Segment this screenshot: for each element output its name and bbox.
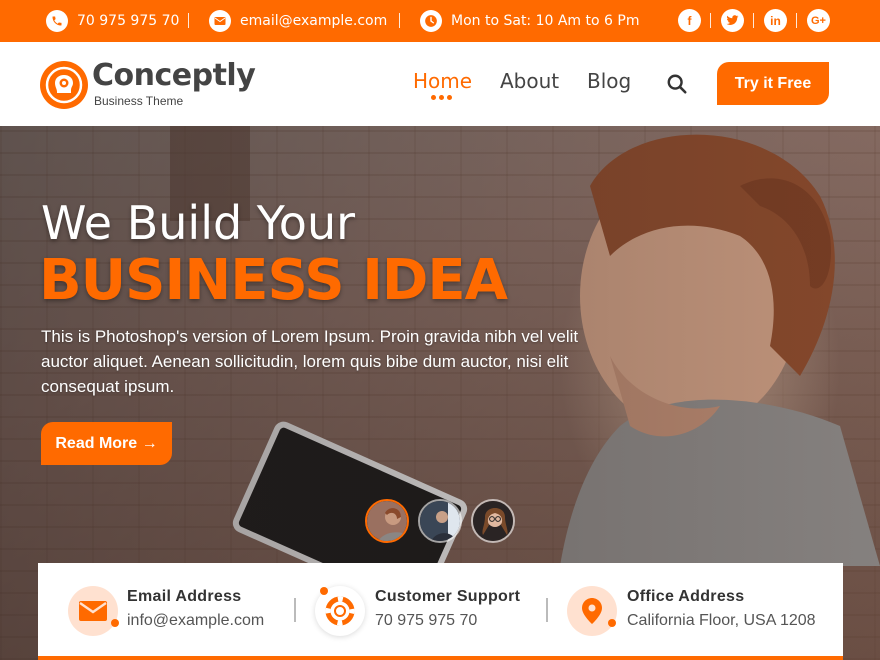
hero-heading: We Build Your: [41, 196, 356, 250]
linkedin-icon[interactable]: in: [764, 9, 787, 32]
envelope-icon: [209, 10, 231, 32]
phone-icon: [46, 10, 68, 32]
info-title-support: Customer Support: [375, 588, 521, 605]
topbar-email[interactable]: email@example.com: [209, 0, 387, 42]
topbar-divider: [796, 13, 797, 28]
info-divider: [546, 598, 548, 622]
brand-tagline: Business Theme: [94, 94, 184, 108]
accent-dot: [608, 619, 616, 627]
clock-icon: [420, 10, 442, 32]
slide-thumbnail-1[interactable]: [365, 499, 409, 543]
info-title-email: Email Address: [127, 588, 242, 605]
hero-highlight: BUSINESS IDEA: [39, 248, 508, 313]
topbar-divider: [710, 13, 711, 28]
search-icon[interactable]: [666, 73, 688, 95]
top-bar: 70 975 975 70 email@example.com Mon to S…: [0, 0, 880, 42]
brand-name[interactable]: Conceptly: [92, 58, 256, 93]
hero-description: This is Photoshop's version of Lorem Ips…: [41, 327, 579, 396]
active-nav-indicator: [431, 95, 452, 100]
topbar-email-text: email@example.com: [240, 13, 388, 29]
info-value-address: California Floor, USA 1208: [627, 612, 816, 629]
topbar-hours-text: Mon to Sat: 10 Am to 6 Pm: [451, 13, 640, 29]
envelope-icon: [68, 586, 118, 636]
nav-home[interactable]: Home: [413, 69, 472, 93]
nav-about[interactable]: About: [500, 69, 559, 93]
facebook-icon[interactable]: f: [678, 9, 701, 32]
topbar-divider: [753, 13, 754, 28]
twitter-icon[interactable]: [721, 9, 744, 32]
topbar-phone-text: 70 975 975 70: [77, 13, 180, 29]
accent-dot: [320, 587, 328, 595]
info-divider: [294, 598, 296, 622]
topbar-hours: Mon to Sat: 10 Am to 6 Pm: [420, 0, 639, 42]
topbar-phone[interactable]: 70 975 975 70: [46, 0, 179, 42]
topbar-divider: [188, 13, 189, 28]
topbar-divider: [399, 13, 400, 28]
map-pin-icon: [567, 586, 617, 636]
info-value-email[interactable]: info@example.com: [127, 612, 264, 630]
read-more-button[interactable]: Read More →: [41, 422, 172, 465]
info-title-address: Office Address: [627, 588, 745, 605]
try-free-button[interactable]: Try it Free: [717, 62, 829, 105]
accent-dot: [111, 619, 119, 627]
nav-blog[interactable]: Blog: [587, 69, 631, 93]
contact-info-bar: Email Address info@example.com Customer …: [38, 563, 843, 660]
slide-thumbnail-2[interactable]: [418, 499, 462, 543]
google-plus-icon[interactable]: G+: [807, 9, 830, 32]
lightbulb-head-icon[interactable]: [40, 61, 88, 109]
info-value-support[interactable]: 70 975 975 70: [375, 612, 477, 630]
slide-thumbnail-3[interactable]: [471, 499, 515, 543]
